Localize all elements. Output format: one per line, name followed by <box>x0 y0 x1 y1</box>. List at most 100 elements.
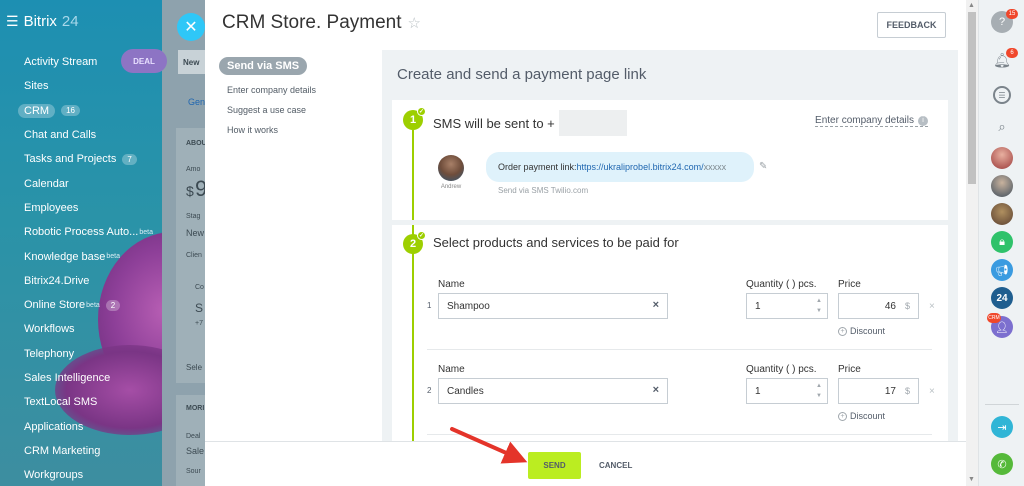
notification-badge: 6 <box>1006 48 1018 58</box>
add-discount-link[interactable]: + Discount <box>838 411 885 421</box>
scroll-down-icon[interactable]: ▼ <box>968 476 975 483</box>
bg-stage-label: Stag <box>186 213 201 220</box>
sidebar-item-label: Workflows <box>24 323 75 336</box>
remove-row-icon[interactable]: × <box>929 386 935 397</box>
sidebar-item[interactable]: Workflows <box>24 317 153 341</box>
logo-word: Bitrix <box>23 13 57 30</box>
price-input[interactable]: 46 $ <box>838 293 919 319</box>
info-icon[interactable]: i <box>918 115 928 126</box>
stepper-arrows-icon[interactable]: ▲ ▼ <box>816 296 822 316</box>
red-arrow-annotation <box>450 427 528 464</box>
currency-symbol: $ <box>904 386 910 396</box>
nav-suggest-use-case[interactable]: Suggest a use case <box>227 105 316 115</box>
contact-avatar-1[interactable] <box>991 147 1013 169</box>
deal-badge[interactable]: DEAL <box>121 49 167 73</box>
check-icon: ✓ <box>417 107 426 116</box>
favorite-star-icon[interactable]: ☆ <box>408 14 421 32</box>
close-slider-button[interactable]: ✕ <box>177 13 205 41</box>
bg-tab-general: Gen <box>188 97 206 107</box>
bg-s-label: S <box>195 301 204 315</box>
help-badge: 15 <box>1006 9 1018 19</box>
sidebar-item-label: CRM Marketing <box>24 444 101 457</box>
sms-recipient-title: SMS will be sent to + <box>433 110 627 136</box>
contact-avatar-3[interactable] <box>991 203 1013 225</box>
remove-row-icon[interactable]: × <box>929 301 935 312</box>
feedback-button[interactable]: FEEDBACK <box>877 12 946 38</box>
scroll-up-icon[interactable]: ▲ <box>968 2 975 9</box>
bg-plus-label: +7 <box>195 320 203 327</box>
search-icon[interactable]: ⌕ <box>991 116 1013 138</box>
sidebar-item[interactable]: Applications <box>24 414 153 438</box>
sidebar-item[interactable]: CRM 16 <box>18 99 153 123</box>
avatar <box>438 155 464 181</box>
sidebar-item[interactable]: Workgroups <box>24 463 153 486</box>
contact-avatar-2[interactable] <box>991 175 1013 197</box>
step-1-marker: 1 ✓ <box>403 107 426 130</box>
sidebar-item[interactable]: Bitrix24.Drive <box>24 269 153 293</box>
sidebar-item-label: Calendar <box>24 177 69 190</box>
side-navigation: Send via SMS Enter company details Sugge… <box>219 56 316 135</box>
bg-sale-label: Sale <box>186 446 205 456</box>
content-title: Create and send a payment page link <box>397 66 647 83</box>
scroll-thumb[interactable] <box>968 12 976 184</box>
lock-icon[interactable]: 🔒︎ <box>991 231 1013 253</box>
clear-product-icon[interactable]: × <box>653 384 659 396</box>
plus-icon: + <box>838 326 847 336</box>
sidebar-item[interactable]: CRM Marketing <box>24 439 153 463</box>
chat-icon[interactable]: ☰ <box>993 86 1011 104</box>
sidebar-item-label: CRM <box>18 103 56 118</box>
sidebar-item-beta: beta <box>86 301 100 309</box>
sidebar-item[interactable]: Knowledge base beta <box>24 244 153 268</box>
phone-icon[interactable]: ✆ <box>991 453 1013 475</box>
sidebar-item[interactable]: Tasks and Projects 7 <box>24 147 153 171</box>
clear-product-icon[interactable]: × <box>653 299 659 311</box>
app-logo[interactable]: ☰ Bitrix 24 <box>6 13 79 30</box>
panel-scrollbar[interactable]: ▲ ▼ <box>966 0 978 486</box>
add-discount-link[interactable]: + Discount <box>838 326 885 336</box>
edit-message-pencil-icon[interactable]: ✎ <box>759 161 767 172</box>
bg-new-label: New <box>183 58 200 67</box>
price-input[interactable]: 17 $ <box>838 378 919 404</box>
bg-client-label: Clien <box>186 252 202 259</box>
sidebar-item[interactable]: Online Store beta 2 <box>24 293 153 317</box>
stepper-arrows-icon[interactable]: ▲ ▼ <box>816 381 822 401</box>
quantity-stepper[interactable]: 1 ▲ ▼ <box>746 293 828 319</box>
enter-company-details-link[interactable]: Enter company details i <box>815 115 928 127</box>
sidebar-item[interactable]: Chat and Calls <box>24 123 153 147</box>
row-number: 1 <box>427 301 432 310</box>
enter-company-details-label: Enter company details <box>815 115 914 126</box>
step-2-marker: 2 ✓ <box>403 231 426 254</box>
sidebar-item-count: 7 <box>122 153 137 165</box>
cancel-button[interactable]: CANCEL <box>599 452 632 479</box>
sidebar-item[interactable]: Calendar <box>24 171 153 195</box>
bitrix24-icon[interactable]: 24 <box>991 287 1013 309</box>
sms-provider-link[interactable]: Send via SMS Twilio.com <box>498 186 588 195</box>
sidebar-item[interactable]: Robotic Process Auto... beta <box>24 220 153 244</box>
sidebar-item[interactable]: Employees <box>24 196 153 220</box>
product-name-input[interactable]: Candles × <box>438 378 668 404</box>
menu-burger-icon[interactable]: ☰ <box>6 13 19 30</box>
nav-how-it-works[interactable]: How it works <box>227 125 316 135</box>
nav-send-via-sms[interactable]: Send via SMS <box>219 57 308 75</box>
sidebar-item[interactable]: TextLocal SMS <box>24 390 153 414</box>
column-qty-label: Quantity ( ) pcs. <box>746 279 817 290</box>
sidebar-item[interactable]: Sales Intelligence <box>24 366 153 390</box>
quantity-value: 1 <box>755 385 761 397</box>
product-name-input[interactable]: Shampoo × <box>438 293 668 319</box>
sidebar-item-label: Chat and Calls <box>24 129 97 142</box>
bg-about-label: ABOU <box>186 140 207 147</box>
step-connector-2 <box>412 225 414 442</box>
sidebar-item[interactable]: Telephony <box>24 342 153 366</box>
megaphone-icon[interactable]: 📢︎ <box>991 259 1013 281</box>
exit-door-icon[interactable]: ⇥ <box>991 416 1013 438</box>
products-card: 2 ✓ Select products and services to be p… <box>392 225 948 442</box>
sidebar-item-label: TextLocal SMS <box>24 396 98 409</box>
bg-source-label: Sour <box>186 468 201 475</box>
sidebar-item-label: Sites <box>24 80 49 93</box>
payment-link[interactable]: https://ukraliprobel.bitrix24.com/ <box>577 162 704 172</box>
nav-enter-company-details[interactable]: Enter company details <box>227 85 316 95</box>
sidebar-item[interactable]: Sites <box>24 74 153 98</box>
step-1-number: 1 <box>409 114 417 126</box>
currency-symbol: $ <box>904 301 910 311</box>
quantity-stepper[interactable]: 1 ▲ ▼ <box>746 378 828 404</box>
